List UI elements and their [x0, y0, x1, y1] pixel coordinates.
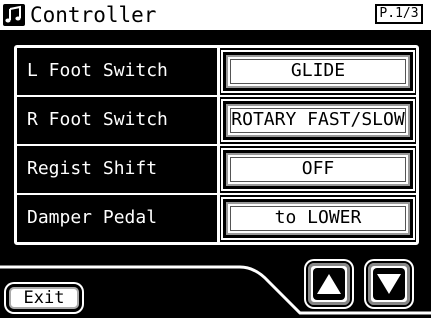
setting-row-regist-shift: Regist Shift OFF — [17, 146, 416, 195]
music-note-icon — [3, 4, 25, 26]
setting-label: Regist Shift — [27, 158, 158, 179]
row-divider — [217, 97, 220, 144]
page-title: Controller — [30, 3, 157, 27]
setting-label: Damper Pedal — [27, 207, 158, 228]
title-bar: Controller P.1/3 — [0, 0, 431, 30]
setting-label: L Foot Switch — [27, 60, 168, 81]
page-indicator: P.1/3 — [375, 4, 423, 24]
page-down-button[interactable] — [366, 261, 412, 307]
page-up-button[interactable] — [306, 261, 352, 307]
exit-button[interactable]: Exit — [6, 284, 82, 312]
l-foot-switch-value-button[interactable]: GLIDE — [221, 50, 415, 93]
setting-row-r-foot-switch: R Foot Switch ROTARY FAST/SLOW — [17, 97, 416, 146]
settings-panel: L Foot Switch GLIDE R Foot Switch ROTARY… — [14, 45, 419, 245]
row-divider — [217, 146, 220, 193]
controller-screen: Controller P.1/3 L Foot Switch GLIDE R F… — [0, 0, 431, 318]
r-foot-switch-value-button[interactable]: ROTARY FAST/SLOW — [221, 99, 415, 142]
arrow-down-icon — [373, 268, 405, 300]
regist-shift-value-button[interactable]: OFF — [221, 148, 415, 191]
setting-row-l-foot-switch: L Foot Switch GLIDE — [17, 48, 416, 97]
damper-pedal-value-button[interactable]: to LOWER — [221, 197, 415, 240]
setting-label: R Foot Switch — [27, 109, 168, 130]
setting-row-damper-pedal: Damper Pedal to LOWER — [17, 195, 416, 244]
arrow-up-icon — [313, 268, 345, 300]
row-divider — [217, 195, 220, 244]
row-divider — [217, 48, 220, 95]
